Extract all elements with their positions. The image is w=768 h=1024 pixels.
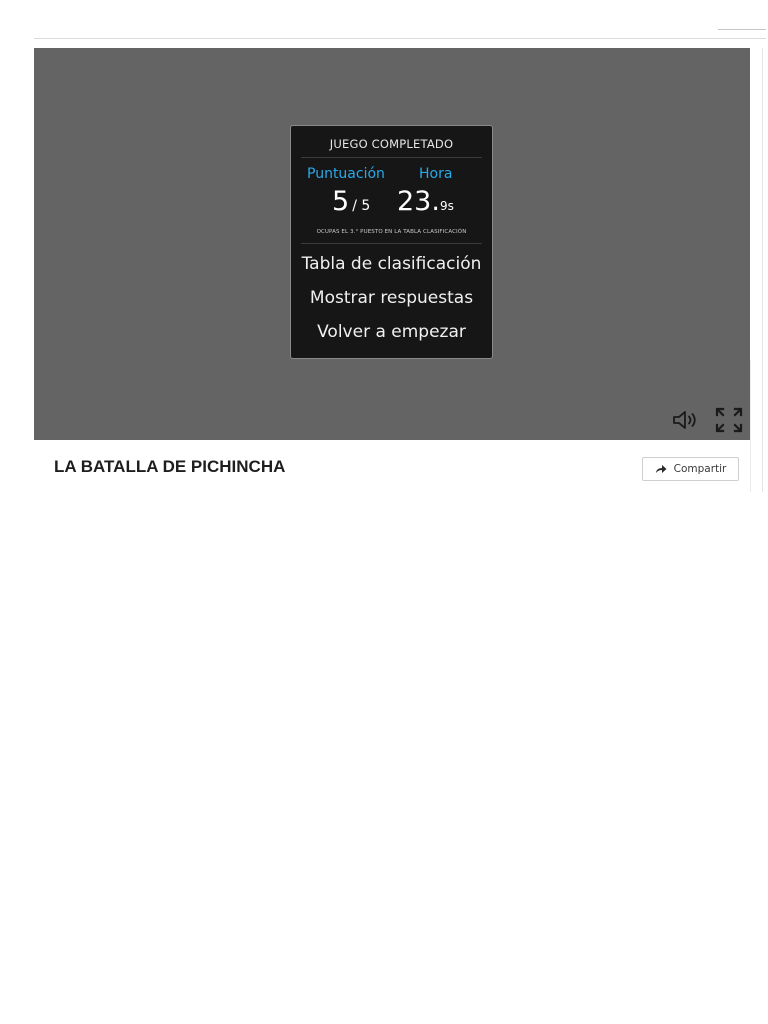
time-label: Hora — [419, 166, 453, 182]
time-value: 23.9s — [397, 186, 454, 217]
leaderboard-button[interactable]: Tabla de clasificación — [291, 254, 492, 274]
game-title: LA BATALLA DE PICHINCHA — [54, 457, 286, 476]
show-answers-button[interactable]: Mostrar respuestas — [291, 288, 492, 308]
restart-button[interactable]: Volver a empezar — [291, 322, 492, 342]
score-number: 5 — [332, 186, 350, 217]
score-value: 5/ 5 — [332, 186, 370, 217]
share-button[interactable]: Compartir — [642, 457, 739, 481]
panel-divider — [301, 243, 482, 244]
share-label: Compartir — [673, 463, 727, 475]
fullscreen-icon[interactable] — [715, 407, 743, 433]
panel-divider — [301, 157, 482, 158]
container-edge-lower — [750, 360, 767, 492]
game-footer: LA BATALLA DE PICHINCHA Compartir — [34, 440, 750, 492]
top-divider — [718, 29, 766, 30]
share-arrow-icon — [655, 465, 667, 473]
rank-text: OCUPAS EL 3.° PUESTO EN LA TABLA CLASIFI… — [316, 229, 467, 235]
score-label: Puntuación — [307, 166, 385, 182]
result-heading: JUEGO COMPLETADO — [329, 137, 454, 151]
time-fraction: 9s — [439, 199, 454, 213]
score-max: / 5 — [352, 198, 371, 214]
result-panel: JUEGO COMPLETADO Puntuación Hora 5/ 5 23… — [290, 125, 493, 359]
page: JUEGO COMPLETADO Puntuación Hora 5/ 5 23… — [0, 0, 768, 1024]
time-whole: 23. — [397, 186, 440, 217]
speaker-icon[interactable] — [672, 410, 700, 430]
game-stage: JUEGO COMPLETADO Puntuación Hora 5/ 5 23… — [34, 48, 750, 440]
